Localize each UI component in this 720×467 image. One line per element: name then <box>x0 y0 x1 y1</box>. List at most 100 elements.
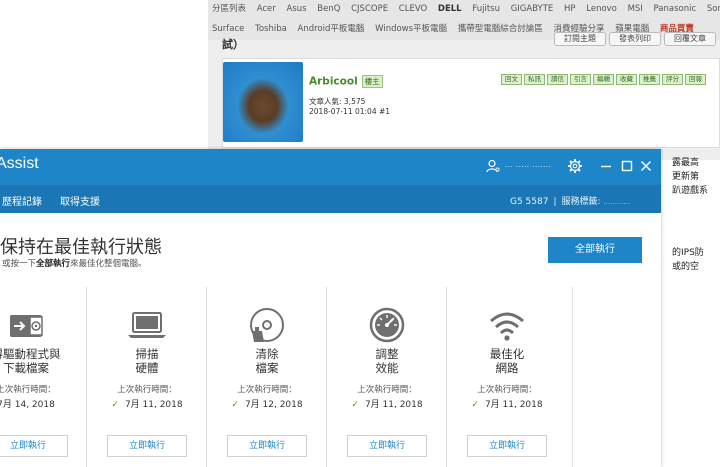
device-model: G5 5587 <box>510 197 549 207</box>
brand-link[interactable]: 攜帶型電腦綜合討論區 <box>458 24 543 34</box>
task-tile-label: 清除 檔案 <box>207 347 327 375</box>
last-run-label: 上次執行時間： <box>477 385 537 395</box>
minimize-icon[interactable] <box>597 157 615 175</box>
last-run-date: ✓ 7月 12, 2018 <box>207 397 327 410</box>
run-now-button[interactable]: 立即執行 <box>0 435 68 457</box>
article-text-line: 露最高 <box>672 158 700 168</box>
run-now-button[interactable]: 立即執行 <box>467 435 547 457</box>
brand-link[interactable]: HP <box>564 4 576 14</box>
brand-link[interactable]: DELL <box>438 4 462 14</box>
brand-link[interactable]: CJSCOPE <box>351 4 388 14</box>
run-all-button[interactable]: 全部執行 <box>548 237 642 263</box>
post-tool-button[interactable]: 編輯 <box>593 74 614 85</box>
task-tile-label-line: 最佳化 <box>489 347 525 361</box>
subtitle-bold: 全部執行 <box>36 259 71 269</box>
task-tile-label-line: 檔案 <box>255 361 279 375</box>
article-text-line: 的IPS防 <box>672 248 704 258</box>
last-run-label: 上次執行時間： <box>237 385 297 395</box>
run-now-button[interactable]: 立即執行 <box>347 435 427 457</box>
task-tiles: 得驅動程式與 下載檔案 上次執行時間： 7月 14, 2018 立即執行 掃描 … <box>0 287 661 467</box>
app-title: Assist <box>0 155 39 172</box>
user-name[interactable]: ... ..... ....... <box>505 161 551 169</box>
last-run-date: 7月 14, 2018 <box>0 397 86 410</box>
post-tool-button[interactable]: 推薦 <box>639 74 660 85</box>
disk-cleanup-icon <box>250 308 284 342</box>
post-tool-button[interactable]: 收藏 <box>616 74 637 85</box>
download-icon <box>10 315 43 337</box>
post-tool-button[interactable]: 評分 <box>662 74 683 85</box>
last-run-date-value: 7月 12, 2018 <box>244 400 303 410</box>
brand-link[interactable]: Fujitsu <box>472 4 500 14</box>
post-view-count: 文章人氣: 3,575 <box>309 97 366 106</box>
brand-link[interactable]: Lenovo <box>586 4 617 14</box>
last-run-date: ✓ 7月 11, 2018 <box>327 397 447 410</box>
article-text-line: 或的空 <box>672 262 700 272</box>
brand-link[interactable]: Windows平板電腦 <box>375 24 447 34</box>
post-username[interactable]: Arbicool <box>309 76 358 88</box>
run-now-button[interactable]: 立即執行 <box>227 435 307 457</box>
thread-buttons: 訂閱主題 發表列印 回覆文章 <box>554 32 716 46</box>
post-tool-button[interactable]: 私訊 <box>524 74 545 85</box>
brand-link[interactable]: Toshiba <box>255 24 287 34</box>
device-info: G5 5587 | 服務標籤: ............ <box>510 194 630 207</box>
post-tool-button[interactable]: 讀信 <box>547 74 568 85</box>
nav-history[interactable]: 歷程記錄 <box>2 193 42 208</box>
post-box: Arbicool 樓主 文章人氣: 3,575 2018-07-11 01:04 … <box>222 58 720 148</box>
gear-icon[interactable] <box>566 157 584 175</box>
subscribe-thread-button[interactable]: 訂閱主題 <box>554 32 606 46</box>
last-run-label: 上次執行時間： <box>357 385 417 395</box>
check-icon: ✓ <box>231 400 239 410</box>
brand-link[interactable]: Sony <box>707 4 720 14</box>
post-tool-button[interactable]: 回報 <box>685 74 706 85</box>
run-now-button[interactable]: 立即執行 <box>107 435 187 457</box>
article-text-line: 更新第 <box>672 172 700 182</box>
user-icon[interactable] <box>486 159 500 173</box>
task-tile-scan-hardware: 掃描 硬體 上次執行時間： ✓ 7月 11, 2018 立即執行 <box>86 287 206 467</box>
brand-link[interactable]: Surface <box>212 24 244 34</box>
task-tile-label-line: 硬體 <box>135 361 159 375</box>
avatar[interactable] <box>223 62 303 142</box>
brand-link[interactable]: CLEVO <box>399 4 427 14</box>
print-thread-button[interactable]: 發表列印 <box>609 32 661 46</box>
post-username-row: Arbicool 樓主 <box>309 75 383 88</box>
reply-thread-button[interactable]: 回覆文章 <box>664 32 716 46</box>
task-tile-label: 調整 效能 <box>327 347 447 375</box>
post-tool-button[interactable]: 引言 <box>570 74 591 85</box>
brand-link[interactable]: 分區列表 <box>212 4 246 14</box>
last-run-label: 上次執行時間： <box>117 385 177 395</box>
brand-link[interactable]: Android平板電腦 <box>298 24 365 34</box>
task-tile-label-line: 下載檔案 <box>3 361 49 375</box>
service-tag-value: ............ <box>603 198 631 206</box>
task-tile-label-line: 清除 <box>255 347 279 361</box>
brand-link[interactable]: GIGABYTE <box>511 4 554 14</box>
task-tile-drivers: 得驅動程式與 下載檔案 上次執行時間： 7月 14, 2018 立即執行 <box>0 287 86 467</box>
task-tile-label-line: 網路 <box>495 361 519 375</box>
task-tile-clean-files: 清除 檔案 上次執行時間： ✓ 7月 12, 2018 立即執行 <box>206 287 326 467</box>
device-info-separator: | <box>553 197 557 207</box>
rank-badge: 樓主 <box>361 75 383 88</box>
performance-gauge-icon <box>369 307 405 343</box>
background-article-text: 露最高 更新第 趴遊戲系 的IPS防 或的空 <box>672 156 720 274</box>
brand-link[interactable]: Asus <box>287 4 307 14</box>
wifi-icon <box>490 312 524 341</box>
subtitle-suffix: 來最佳化整個電腦。 <box>70 259 147 269</box>
brand-link[interactable]: BenQ <box>317 4 340 14</box>
post-tool-button[interactable]: 回文 <box>501 74 522 85</box>
support-assist-window: Assist ... ..... ....... 歷程記錄 取得支援 G5 55… <box>0 149 661 467</box>
service-tag-label: 服務標籤: <box>561 197 601 207</box>
task-tile-tune-performance: 調整 效能 上次執行時間： ✓ 7月 11, 2018 立即執行 <box>326 287 446 467</box>
brand-link[interactable]: Acer <box>257 4 276 14</box>
brand-link[interactable]: MSI <box>628 4 643 14</box>
check-icon: ✓ <box>351 400 359 410</box>
last-run-date: ✓ 7月 11, 2018 <box>87 397 207 410</box>
last-run-label: 上次執行時間： <box>0 385 56 395</box>
brand-link[interactable]: Panasonic <box>654 4 697 14</box>
thread-title: 試） <box>222 38 244 51</box>
close-icon[interactable] <box>637 157 655 175</box>
post-date: 2018-07-11 01:04 #1 <box>309 107 391 116</box>
maximize-icon[interactable] <box>618 157 636 175</box>
nav-get-support[interactable]: 取得支援 <box>60 193 100 208</box>
last-run-date-value: 7月 11, 2018 <box>364 400 423 410</box>
title-bar[interactable]: Assist ... ..... ....... <box>0 149 661 185</box>
task-tile-label-line: 調整 <box>375 347 399 361</box>
